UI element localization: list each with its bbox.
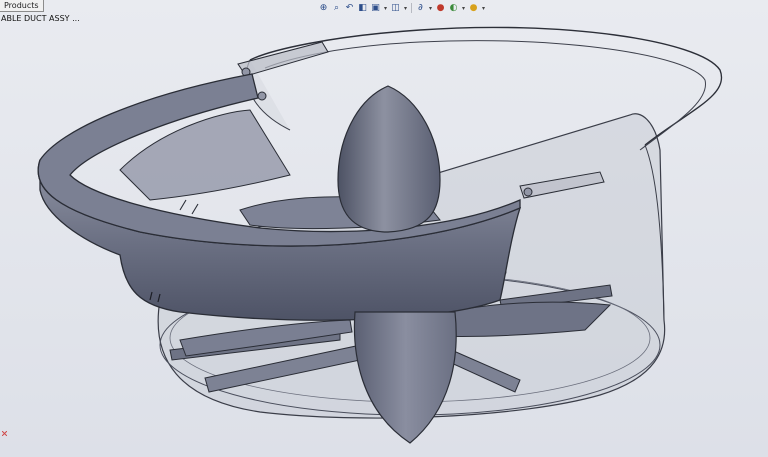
tail-cone bbox=[353, 311, 457, 444]
graphics-area-3d-model[interactable] bbox=[0, 0, 768, 457]
spinner-cone bbox=[337, 85, 441, 233]
origin-triad-marker bbox=[1, 421, 8, 437]
